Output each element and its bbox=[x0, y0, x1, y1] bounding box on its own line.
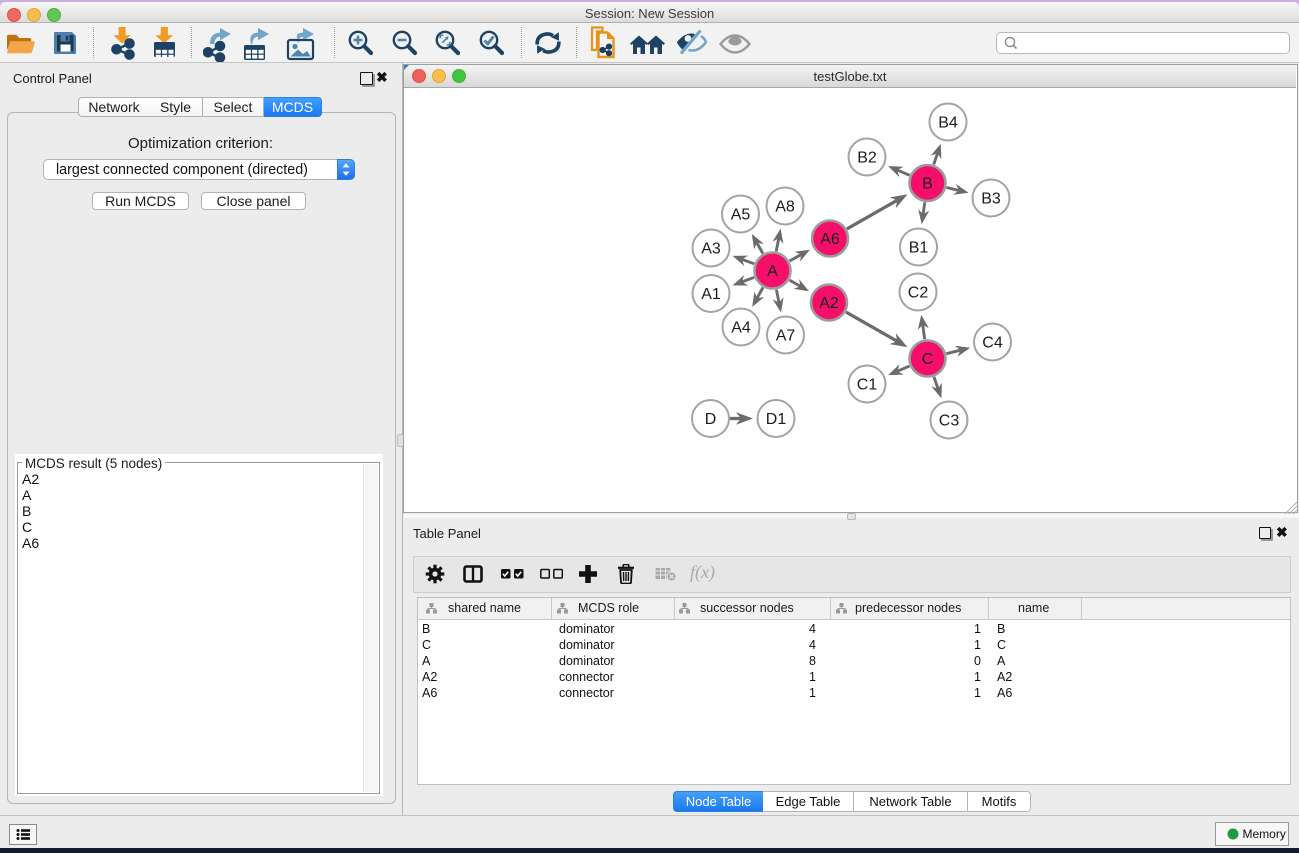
svg-text:D1: D1 bbox=[766, 411, 787, 428]
svg-text:A2: A2 bbox=[819, 295, 839, 312]
svg-text:Memory: Memory bbox=[1243, 827, 1286, 841]
svg-text:A1: A1 bbox=[701, 286, 721, 303]
svg-text:A5: A5 bbox=[731, 207, 751, 224]
svg-text:A: A bbox=[767, 263, 778, 280]
svg-text:C3: C3 bbox=[939, 413, 960, 430]
svg-text:D: D bbox=[705, 411, 717, 428]
svg-text:C4: C4 bbox=[982, 335, 1003, 352]
svg-text:A4: A4 bbox=[731, 320, 751, 337]
svg-text:B1: B1 bbox=[909, 240, 929, 257]
svg-text:C2: C2 bbox=[908, 285, 929, 302]
svg-text:A6: A6 bbox=[820, 231, 840, 248]
svg-text:A7: A7 bbox=[776, 328, 796, 345]
svg-text:B3: B3 bbox=[981, 191, 1001, 208]
svg-text:C1: C1 bbox=[857, 377, 878, 394]
svg-text:C: C bbox=[922, 351, 934, 368]
svg-text:A3: A3 bbox=[701, 241, 721, 258]
svg-text:B4: B4 bbox=[938, 115, 958, 132]
svg-text:A8: A8 bbox=[775, 199, 795, 216]
svg-text:B: B bbox=[922, 176, 933, 193]
svg-text:B2: B2 bbox=[857, 150, 877, 167]
